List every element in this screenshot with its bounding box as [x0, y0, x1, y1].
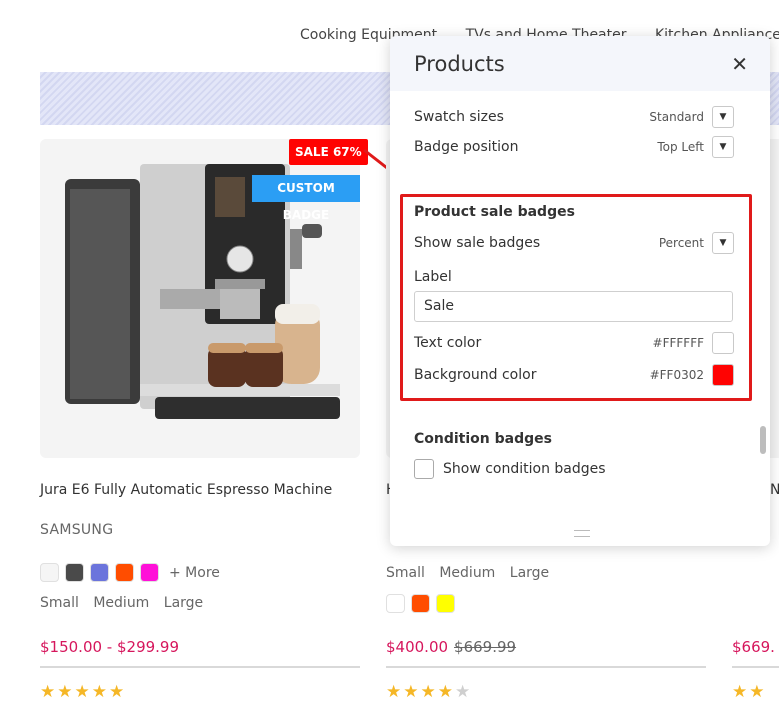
rating-stars-3: ★★ — [732, 682, 767, 702]
panel-scrollbar[interactable] — [760, 426, 766, 454]
background-color-row: Background color #FF0302 — [414, 364, 734, 386]
background-color-value: #FF0302 — [649, 368, 704, 382]
swatch-1[interactable] — [411, 594, 430, 613]
rating-stars: ★★★★★ — [40, 682, 127, 702]
resize-grip-icon[interactable] — [574, 530, 590, 537]
swatch-sizes-value: Standard — [649, 110, 704, 124]
sale-badges-heading: Product sale badges — [414, 204, 575, 220]
swatch-sizes-row: Swatch sizes Standard ▼ — [414, 106, 734, 128]
swatch-sizes-label: Swatch sizes — [414, 109, 504, 125]
size-small[interactable]: Small — [386, 565, 425, 581]
size-options: Small Medium Large — [40, 595, 213, 611]
more-swatches-link[interactable]: + More — [169, 565, 220, 581]
show-condition-badges-option[interactable]: Show condition badges — [414, 459, 606, 479]
color-swatches-2 — [386, 594, 455, 613]
show-condition-badges-checkbox[interactable] — [414, 459, 434, 479]
badge-position-value: Top Left — [657, 140, 704, 154]
product-price-3: $669. — [732, 638, 775, 656]
custom-badge: CUSTOM BADGE — [252, 175, 360, 222]
show-sale-badges-row: Show sale badges Percent ▼ — [414, 232, 734, 254]
text-color-value: #FFFFFF — [652, 336, 704, 350]
product-price: $150.00 - $299.99 — [40, 638, 180, 656]
badge-position-label: Badge position — [414, 139, 519, 155]
close-icon[interactable]: ✕ — [731, 52, 748, 76]
swatch-1[interactable] — [65, 563, 84, 582]
label-input[interactable]: Sale — [414, 291, 733, 322]
size-large[interactable]: Large — [510, 565, 549, 581]
size-medium[interactable]: Medium — [93, 595, 149, 611]
caret-down-icon: ▼ — [719, 238, 727, 248]
badge-position-dropdown[interactable]: ▼ — [712, 136, 734, 158]
text-color-swatch[interactable] — [712, 332, 734, 354]
swatch-4[interactable] — [140, 563, 159, 582]
swatch-3[interactable] — [115, 563, 134, 582]
background-color-label: Background color — [414, 367, 537, 383]
color-swatches: + More — [40, 563, 220, 582]
text-color-label: Text color — [414, 335, 482, 351]
show-sale-badges-label: Show sale badges — [414, 235, 541, 251]
swatch-2[interactable] — [436, 594, 455, 613]
size-medium[interactable]: Medium — [439, 565, 495, 581]
divider — [40, 666, 360, 668]
text-color-row: Text color #FFFFFF — [414, 332, 734, 354]
caret-down-icon: ▼ — [719, 142, 727, 152]
swatch-2[interactable] — [90, 563, 109, 582]
badge-position-row: Badge position Top Left ▼ — [414, 136, 734, 158]
condition-badges-heading: Condition badges — [414, 431, 552, 447]
current-price: $400.00 — [386, 638, 449, 656]
size-large[interactable]: Large — [164, 595, 203, 611]
swatch-0[interactable] — [386, 594, 405, 613]
sale-badge: SALE 67% — [289, 139, 368, 165]
show-sale-badges-dropdown[interactable]: ▼ — [712, 232, 734, 254]
old-price: $669.99 — [454, 638, 517, 656]
show-sale-badges-value: Percent — [658, 236, 704, 250]
product-title-3[interactable]: N — [770, 482, 779, 498]
caret-down-icon: ▼ — [719, 112, 727, 122]
size-options-2: Small Medium Large — [386, 565, 559, 581]
product-price-2: $400.00 $669.99 — [386, 638, 516, 656]
product-title[interactable]: Jura E6 Fully Automatic Espresso Machine — [40, 482, 332, 498]
panel-title: Products — [414, 51, 505, 76]
size-small[interactable]: Small — [40, 595, 79, 611]
background-color-swatch[interactable] — [712, 364, 734, 386]
divider — [386, 666, 706, 668]
label-title: Label — [414, 269, 452, 285]
rating-stars-2: ★★★★★ — [386, 682, 473, 702]
product-brand[interactable]: SAMSUNG — [40, 522, 113, 538]
swatch-0[interactable] — [40, 563, 59, 582]
panel-header: Products ✕ — [390, 36, 770, 91]
products-settings-panel: Products ✕ Swatch sizes Standard ▼ Badge… — [390, 36, 770, 546]
divider — [732, 666, 779, 668]
show-condition-badges-label: Show condition badges — [443, 461, 606, 477]
swatch-sizes-dropdown[interactable]: ▼ — [712, 106, 734, 128]
